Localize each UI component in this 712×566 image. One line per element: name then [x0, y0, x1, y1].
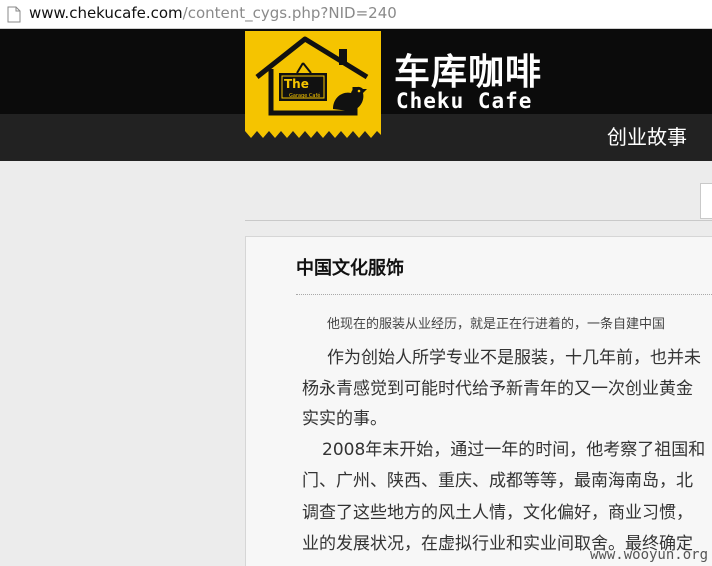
article-title: 中国文化服饰 — [296, 258, 404, 279]
url-host: www.chekucafe.com — [29, 4, 183, 22]
logo-sign-subtitle: Garage Café — [289, 92, 320, 99]
brand-name-en: Cheku Cafe — [396, 89, 533, 113]
article-line: 作为创始人所学专业不是服装，十几年前，也并未 — [327, 348, 701, 368]
nav-item-startup-story[interactable]: 创业故事 — [607, 125, 687, 149]
article-line: 2008年末开始，通过一年的时间，他考察了祖国和 — [322, 440, 706, 460]
search-box[interactable] — [700, 183, 712, 219]
title-divider — [296, 294, 712, 295]
url-path: /content_cygs.php?NID=240 — [182, 4, 397, 22]
article-line: 门、广州、陕西、重庆、成都等等，最南海南岛，北 — [302, 471, 693, 491]
article-intro: 他现在的服装从业经历，就是正在行进着的，一条自建中国 — [327, 317, 666, 332]
brand-name-cn: 车库咖啡 — [394, 52, 543, 93]
url-text[interactable]: www.chekucafe.com/content_cygs.php?NID=2… — [29, 3, 397, 23]
site-logo[interactable]: The Garage Café — [245, 31, 381, 138]
article-line: 调查了这些地方的风土人情，文化偏好，商业习惯， — [302, 503, 693, 523]
article-line: 实实的事。 — [302, 409, 387, 429]
watermark: www.wooyun.org — [590, 547, 709, 563]
address-bar[interactable]: www.chekucafe.com/content_cygs.php?NID=2… — [0, 0, 712, 29]
article-line: 杨永青感觉到可能时代给予新青年的又一次创业黄金 — [302, 379, 693, 399]
page-icon — [7, 6, 21, 23]
section-divider — [245, 220, 712, 221]
logo-sign-the: The — [284, 77, 309, 91]
